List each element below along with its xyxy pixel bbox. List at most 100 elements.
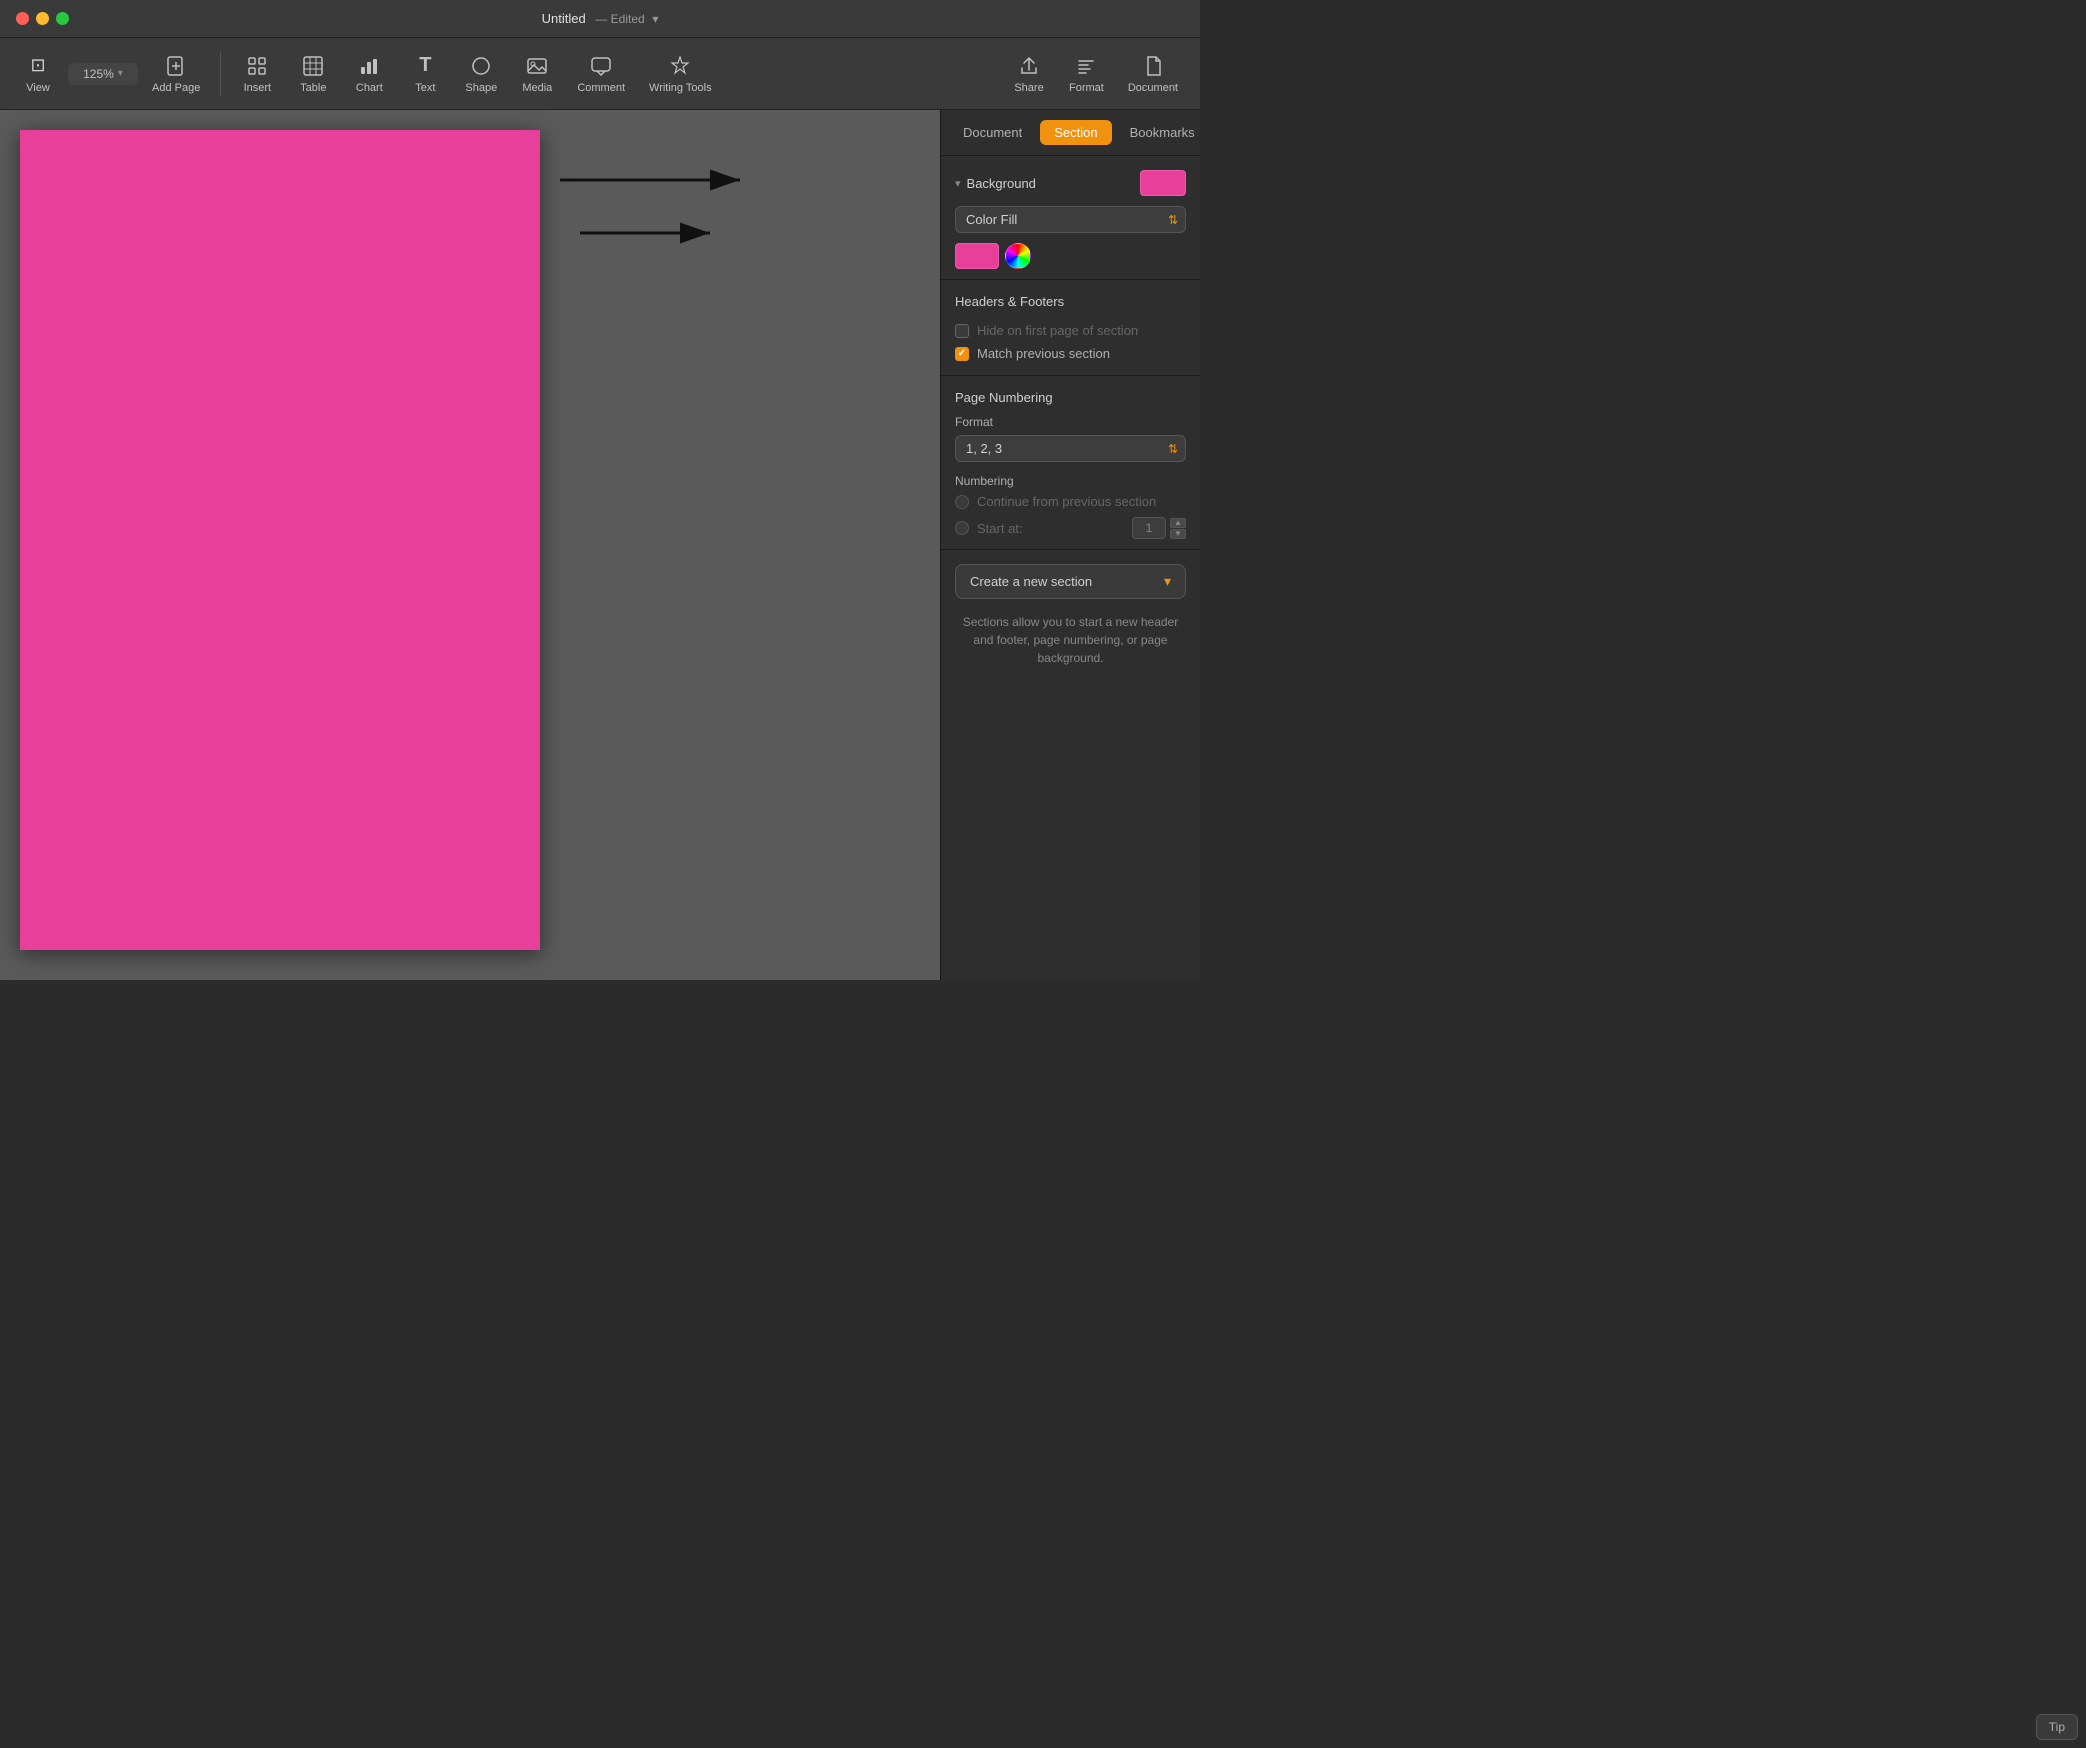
arrow-indicator-1 [560,165,760,200]
start-at-row: Start at: 1 ▲ ▼ [955,517,1186,539]
document-icon [1141,54,1165,78]
arrow-indicator-2 [580,218,730,253]
page-numbering-title: Page Numbering [955,390,1186,405]
traffic-lights [16,12,69,25]
writing-tools-icon [668,54,692,78]
toolbar-item-text[interactable]: T Text [399,48,451,100]
toolbar-item-writing-tools[interactable]: Writing Tools [639,48,722,100]
chart-icon [357,54,381,78]
start-at-label: Start at: [977,521,1023,536]
table-icon [301,54,325,78]
hide-first-page-label: Hide on first page of section [977,323,1138,338]
tab-bookmarks[interactable]: Bookmarks [1116,120,1200,145]
toolbar-item-document[interactable]: Document [1118,48,1188,100]
toolbar-item-view[interactable]: ⊡ View [12,48,64,100]
add-page-icon [164,54,188,78]
toolbar-separator-1 [220,52,221,96]
create-section-area: Create a new section ▾ Sections allow yo… [941,550,1200,681]
numbering-label: Numbering [955,474,1186,488]
start-at-stepper: 1 ▲ ▼ [1132,517,1186,539]
toolbar-label-text: Text [415,82,435,94]
match-previous-checkbox[interactable] [955,347,969,361]
background-section-header: ▾ Background [955,170,1186,196]
tip-button[interactable]: Tip [2036,1714,2078,1740]
toolbar-item-shape[interactable]: Shape [455,48,507,100]
toolbar-label-table: Table [300,82,326,94]
toolbar-label-format: Format [1069,82,1104,94]
swatch-row [955,243,1186,269]
toolbar-label-add-page: Add Page [152,82,200,94]
toolbar: ⊡ View 125% ▾ Add Page Insert [0,38,1200,110]
chevron-down-icon: ▾ [955,177,961,190]
continue-from-previous-label: Continue from previous section [977,494,1156,509]
format-select-wrapper: 1, 2, 3 i, ii, iii I, II, III a, b, c [955,435,1186,462]
fullscreen-button[interactable] [56,12,69,25]
text-icon: T [413,54,437,78]
window-title: Untitled — Edited ▾ [542,11,659,26]
match-previous-label: Match previous section [977,346,1110,361]
canvas-area [0,110,940,980]
background-color-swatch[interactable] [1140,170,1186,196]
start-at-radio[interactable] [955,521,969,535]
toolbar-label-share: Share [1014,82,1043,94]
color-fill-row: Color Fill Gradient Fill Image Fill No F… [955,206,1186,233]
numbering-radio-group: Continue from previous section Start at:… [955,494,1186,539]
view-icon: ⊡ [26,54,50,78]
insert-icon [245,54,269,78]
headers-footers-section: Headers & Footers Hide on first page of … [941,280,1200,376]
headers-footers-title: Headers & Footers [955,294,1186,309]
toolbar-right: Share Format Document [1003,48,1188,100]
format-icon [1074,54,1098,78]
titlebar: Untitled — Edited ▾ [0,0,1200,38]
minimize-button[interactable] [36,12,49,25]
hide-first-page-row: Hide on first page of section [955,319,1186,342]
toolbar-item-add-page[interactable]: Add Page [142,48,210,100]
continue-from-previous-row: Continue from previous section [955,494,1186,509]
create-section-button[interactable]: Create a new section ▾ [955,564,1186,599]
sidebar: Document Section Bookmarks ▾ Background … [940,110,1200,980]
background-title: ▾ Background [955,176,1036,191]
toolbar-label-shape: Shape [465,82,497,94]
page-numbering-section: Page Numbering Format 1, 2, 3 i, ii, iii… [941,376,1200,550]
toolbar-item-chart[interactable]: Chart [343,48,395,100]
zoom-value: 125% [83,67,114,81]
stepper-up-arrow[interactable]: ▲ [1170,518,1186,528]
shape-icon [469,54,493,78]
toolbar-item-table[interactable]: Table [287,48,339,100]
create-section-label: Create a new section [970,574,1092,589]
match-previous-row: Match previous section [955,342,1186,365]
continue-from-previous-radio[interactable] [955,495,969,509]
main-area: Document Section Bookmarks ▾ Background … [0,110,1200,980]
chevron-down-icon: ▾ [118,68,123,79]
toolbar-label-writing-tools: Writing Tools [649,82,712,94]
share-icon [1017,54,1041,78]
fill-type-select-wrapper: Color Fill Gradient Fill Image Fill No F… [955,206,1186,233]
toolbar-item-comment[interactable]: Comment [567,48,635,100]
sidebar-tabs: Document Section Bookmarks [941,110,1200,156]
start-at-value: 1 [1132,517,1166,539]
toolbar-item-zoom[interactable]: 125% ▾ [68,63,138,85]
toolbar-label-insert: Insert [244,82,272,94]
close-button[interactable] [16,12,29,25]
comment-icon [589,54,613,78]
toolbar-label-document: Document [1128,82,1178,94]
toolbar-item-media[interactable]: Media [511,48,563,100]
hide-first-page-checkbox[interactable] [955,324,969,338]
tab-document[interactable]: Document [949,120,1036,145]
stepper-arrows: ▲ ▼ [1170,518,1186,539]
format-label: Format [955,415,1186,429]
stepper-down-arrow[interactable]: ▼ [1170,529,1186,539]
toolbar-item-share[interactable]: Share [1003,48,1055,100]
fill-type-select[interactable]: Color Fill Gradient Fill Image Fill No F… [955,206,1186,233]
toolbar-label-chart: Chart [356,82,383,94]
color-swatch-small[interactable] [955,243,999,269]
toolbar-label-media: Media [522,82,552,94]
background-section: ▾ Background Color Fill Gradient Fill Im… [941,156,1200,280]
format-select[interactable]: 1, 2, 3 i, ii, iii I, II, III a, b, c [955,435,1186,462]
color-wheel-button[interactable] [1005,243,1031,269]
create-section-description: Sections allow you to start a new header… [941,613,1200,681]
tab-section[interactable]: Section [1040,120,1111,145]
toolbar-item-insert[interactable]: Insert [231,48,283,100]
toolbar-item-format[interactable]: Format [1059,48,1114,100]
media-icon [525,54,549,78]
